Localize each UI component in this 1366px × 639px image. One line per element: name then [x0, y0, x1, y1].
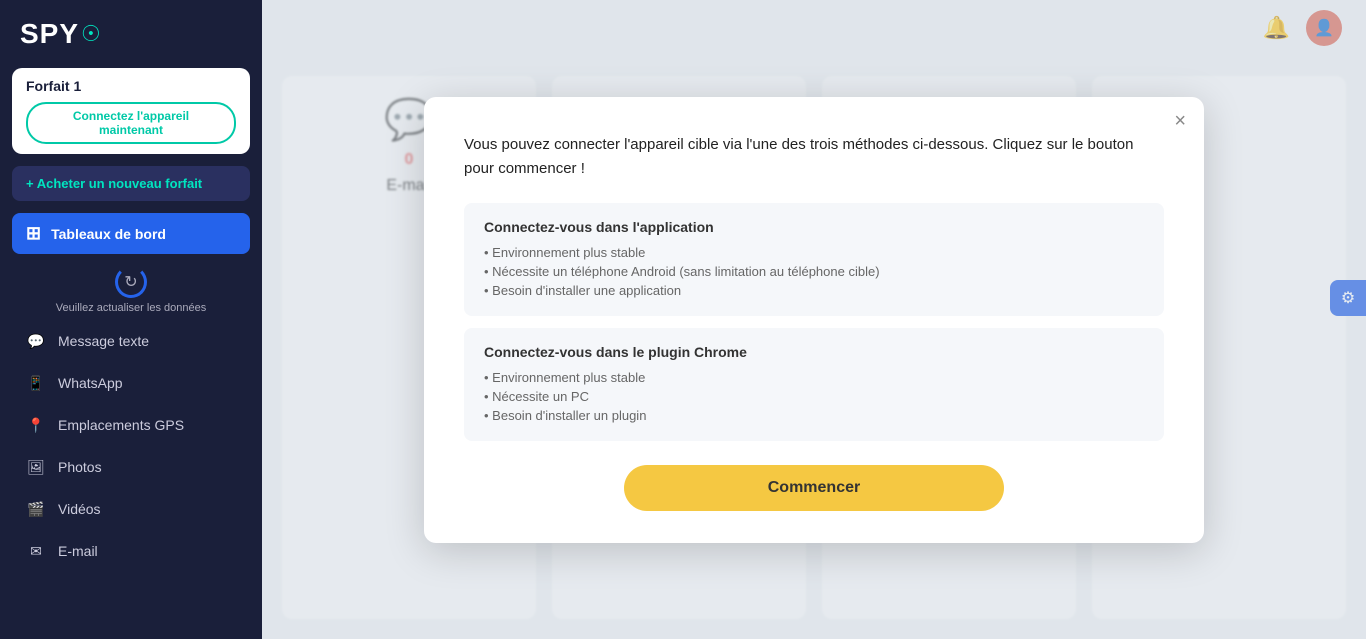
- modal-description: Vous pouvez connecter l'appareil cible v…: [464, 133, 1164, 181]
- whatsapp-label: WhatsApp: [58, 375, 123, 391]
- method-chrome-point-1: Environnement plus stable: [484, 368, 1144, 387]
- method-chrome-point-2: Nécessite un PC: [484, 387, 1144, 406]
- method-app-points: Environnement plus stable Nécessite un t…: [484, 243, 1144, 300]
- message-icon: 💬: [26, 331, 46, 351]
- sidebar-item-dashboard[interactable]: ⊞ Tableaux de bord: [12, 213, 250, 254]
- connect-modal: × Vous pouvez connecter l'appareil cible…: [424, 97, 1204, 543]
- sidebar-item-whatsapp[interactable]: 📱 WhatsApp: [0, 362, 262, 404]
- gps-label: Emplacements GPS: [58, 417, 184, 433]
- method-app-point-1: Environnement plus stable: [484, 243, 1144, 262]
- main-area: 🔔 👤 💬 0 E-mail ⚙ × Vous pouvez connecter…: [262, 0, 1366, 639]
- sidebar-item-photos[interactable]: 🖼 Photos: [0, 446, 262, 488]
- photo-icon: 🖼: [26, 457, 46, 477]
- new-plan-button[interactable]: + Acheter un nouveau forfait: [12, 166, 250, 201]
- method-card-app: Connectez-vous dans l'application Enviro…: [464, 203, 1164, 316]
- method-chrome-point-3: Besoin d'installer un plugin: [484, 406, 1144, 425]
- sms-label: Message texte: [58, 333, 149, 349]
- sidebar-item-gps[interactable]: 📍 Emplacements GPS: [0, 404, 262, 446]
- logo-area: SPY ☉: [0, 0, 262, 62]
- connect-device-button[interactable]: Connectez l'appareilmaintenant: [26, 102, 236, 144]
- dashboard-label: Tableaux de bord: [51, 226, 166, 242]
- plan-title: Forfait 1: [26, 78, 236, 94]
- sidebar-item-videos[interactable]: 🎬 Vidéos: [0, 488, 262, 530]
- sidebar-item-sms[interactable]: 💬 Message texte: [0, 320, 262, 362]
- method-app-point-3: Besoin d'installer une application: [484, 281, 1144, 300]
- sync-indicator: ↻ Veuillez actualiser les données: [0, 256, 262, 320]
- method-chrome-title: Connectez-vous dans le plugin Chrome: [484, 344, 1144, 360]
- method-app-point-2: Nécessite un téléphone Android (sans lim…: [484, 262, 1144, 281]
- commencer-button[interactable]: Commencer: [624, 465, 1004, 511]
- plan-card: Forfait 1 Connectez l'appareilmaintenant: [12, 68, 250, 154]
- logo-text: SPY: [20, 18, 79, 50]
- sidebar-item-email[interactable]: ✉ E-mail: [0, 530, 262, 572]
- sync-label: Veuillez actualiser les données: [56, 302, 206, 314]
- method-app-title: Connectez-vous dans l'application: [484, 219, 1144, 235]
- sidebar: SPY ☉ Forfait 1 Connectez l'appareilmain…: [0, 0, 262, 639]
- new-plan-label: + Acheter un nouveau forfait: [26, 176, 202, 191]
- method-chrome-points: Environnement plus stable Nécessite un P…: [484, 368, 1144, 425]
- video-icon: 🎬: [26, 499, 46, 519]
- dashboard-icon: ⊞: [26, 223, 41, 244]
- photos-label: Photos: [58, 459, 102, 475]
- sync-icon: ↻: [115, 266, 147, 298]
- modal-overlay: × Vous pouvez connecter l'appareil cible…: [262, 0, 1366, 639]
- method-card-chrome: Connectez-vous dans le plugin Chrome Env…: [464, 328, 1164, 441]
- logo-icon: ☉: [81, 21, 101, 47]
- location-icon: 📍: [26, 415, 46, 435]
- email-icon: ✉: [26, 541, 46, 561]
- modal-close-button[interactable]: ×: [1174, 111, 1186, 131]
- whatsapp-icon: 📱: [26, 373, 46, 393]
- videos-label: Vidéos: [58, 501, 101, 517]
- email-label: E-mail: [58, 543, 98, 559]
